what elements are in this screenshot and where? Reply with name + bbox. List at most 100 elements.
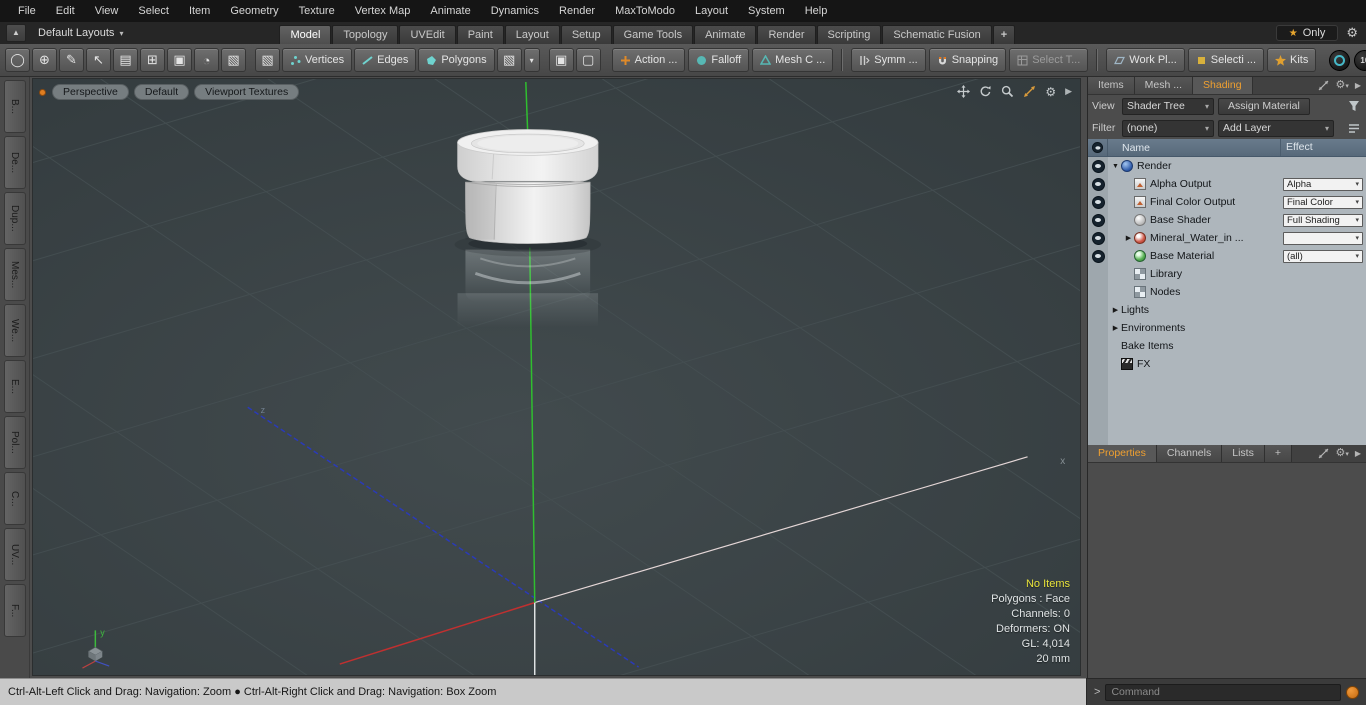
menu-geometry[interactable]: Geometry bbox=[220, 0, 288, 22]
panel-menu-icon[interactable]: ▶ bbox=[1355, 449, 1361, 458]
menu-item[interactable]: Item bbox=[179, 0, 220, 22]
only-button[interactable]: ★ Only bbox=[1275, 25, 1339, 41]
layouts-dropdown[interactable]: Default Layouts ▾ bbox=[30, 27, 131, 39]
modo-logo-badge[interactable] bbox=[1329, 49, 1351, 71]
menu-edit[interactable]: Edit bbox=[46, 0, 85, 22]
viewport-default-button[interactable]: Default bbox=[133, 84, 190, 100]
falloff-button[interactable]: Falloff bbox=[688, 48, 750, 72]
viewport-perspective-button[interactable]: Perspective bbox=[52, 84, 129, 100]
expander-right-icon[interactable]: ▶ bbox=[1110, 324, 1121, 332]
layout-tab-layout[interactable]: Layout bbox=[504, 25, 560, 44]
jar-model[interactable] bbox=[457, 129, 599, 244]
item-mode-icon[interactable]: ▧ bbox=[496, 48, 522, 72]
palette-tab-f[interactable]: F... bbox=[3, 584, 26, 637]
tab-lists[interactable]: Lists bbox=[1222, 445, 1265, 462]
maximize-icon[interactable] bbox=[1023, 85, 1036, 98]
panel-menu-icon[interactable]: ▶ bbox=[1355, 81, 1361, 90]
cursor-tool-icon[interactable]: ↖ bbox=[86, 48, 111, 72]
cube-tool-icon[interactable]: ▧ bbox=[221, 48, 246, 72]
sphere-tool-icon[interactable]: ⊕ bbox=[32, 48, 57, 72]
layout-home-button[interactable]: ▲ bbox=[6, 23, 26, 42]
menu-render[interactable]: Render bbox=[549, 0, 605, 22]
layout-tab-animate[interactable]: Animate bbox=[694, 25, 757, 44]
expander-right-icon[interactable]: ▶ bbox=[1123, 234, 1134, 242]
bevel-tool-icon[interactable]: ▣ bbox=[167, 48, 192, 72]
visibility-eye-icon[interactable] bbox=[1091, 249, 1105, 263]
menu-select[interactable]: Select bbox=[128, 0, 179, 22]
effect-dropdown[interactable]: Full Shading ▾ bbox=[1283, 213, 1363, 227]
palette-tab-pol[interactable]: Pol... bbox=[3, 416, 26, 469]
palette-tab-uv[interactable]: UV... bbox=[3, 528, 26, 581]
layout-tab-uvedit[interactable]: UVEdit bbox=[399, 25, 456, 44]
palette-tab-mes[interactable]: Mes... bbox=[3, 248, 26, 301]
modo-version-badge[interactable]: 10 bbox=[1354, 49, 1366, 71]
radial-tool-icon[interactable]: ◔ bbox=[194, 48, 219, 72]
tree-row-base-material[interactable]: Base Material (all) ▾ bbox=[1088, 247, 1366, 265]
panel-resize-icon[interactable] bbox=[1318, 80, 1329, 91]
menu-animate[interactable]: Animate bbox=[420, 0, 480, 22]
clone-tool-icon[interactable]: ▤ bbox=[113, 48, 138, 72]
pen-tool-icon[interactable]: ✎ bbox=[59, 48, 84, 72]
rotate-icon[interactable] bbox=[979, 85, 992, 98]
tab-shading[interactable]: Shading bbox=[1193, 77, 1253, 94]
tab-mesh[interactable]: Mesh ... bbox=[1134, 77, 1194, 94]
tab-channels[interactable]: Channels bbox=[1156, 445, 1223, 462]
layout-tab-paint[interactable]: Paint bbox=[456, 25, 504, 44]
palette-tab-e[interactable]: E... bbox=[3, 360, 26, 413]
select-t-button[interactable]: Select T... bbox=[1009, 48, 1089, 72]
pivot-center-icon[interactable]: ▢ bbox=[575, 48, 601, 72]
visibility-eye-icon[interactable] bbox=[1091, 231, 1105, 245]
tree-row-fx[interactable]: FX bbox=[1088, 355, 1366, 373]
selecti-button[interactable]: Selecti ... bbox=[1187, 48, 1265, 72]
menu-layout[interactable]: Layout bbox=[685, 0, 738, 22]
effect-column-header[interactable]: Effect bbox=[1280, 139, 1366, 156]
visibility-eye-icon[interactable] bbox=[1091, 159, 1105, 173]
tree-row-render[interactable]: ▼ Render bbox=[1088, 157, 1366, 175]
filter-funnel-slot[interactable] bbox=[1348, 100, 1362, 112]
tree-row-lights[interactable]: ▶ Lights bbox=[1088, 301, 1366, 319]
menu-maxtomodo[interactable]: MaxToModo bbox=[605, 0, 685, 22]
name-column-header[interactable]: Name bbox=[1108, 142, 1280, 154]
visibility-eye-icon[interactable] bbox=[1091, 213, 1105, 227]
ellipse-tool-icon[interactable]: ◯ bbox=[5, 48, 30, 72]
array-tool-icon[interactable]: ⊞ bbox=[140, 48, 165, 72]
tree-row-final-color-output[interactable]: Final Color Output Final Color ▾ bbox=[1088, 193, 1366, 211]
snapping-button[interactable]: Snapping bbox=[928, 48, 1007, 72]
layout-tab-render[interactable]: Render bbox=[757, 25, 816, 44]
panel-gear-icon[interactable]: ⚙▾ bbox=[1335, 448, 1348, 459]
menu-dynamics[interactable]: Dynamics bbox=[481, 0, 549, 22]
effect-dropdown[interactable]: (all) ▾ bbox=[1283, 249, 1363, 263]
tree-row-alpha-output[interactable]: Alpha Output Alpha ▾ bbox=[1088, 175, 1366, 193]
layout-tab-topology[interactable]: Topology bbox=[332, 25, 399, 44]
visibility-eye-icon[interactable] bbox=[1091, 195, 1105, 209]
tab-item[interactable]: + bbox=[1264, 445, 1292, 462]
palette-tab-dup[interactable]: Dup... bbox=[3, 192, 26, 245]
mode-dropdown-caret-icon[interactable]: ▾ bbox=[523, 48, 540, 72]
layout-tab-scripting[interactable]: Scripting bbox=[816, 25, 882, 44]
viewport-viewport-textures-button[interactable]: Viewport Textures bbox=[194, 84, 300, 100]
tree-row-base-shader[interactable]: Base Shader Full Shading ▾ bbox=[1088, 211, 1366, 229]
layout-tab-schematic-fusion[interactable]: Schematic Fusion bbox=[882, 25, 992, 44]
view-mode-dropdown[interactable]: Shader Tree ▾ bbox=[1122, 97, 1214, 115]
symm-button[interactable]: Symm ... bbox=[851, 48, 926, 72]
viewport-scene[interactable]: x z y bbox=[33, 79, 1080, 675]
menu-view[interactable]: View bbox=[85, 0, 129, 22]
effect-dropdown[interactable]: Alpha ▾ bbox=[1283, 177, 1363, 191]
layout-tab-game-tools[interactable]: Game Tools bbox=[612, 25, 694, 44]
menu-file[interactable]: File bbox=[8, 0, 46, 22]
edges-mode-button[interactable]: Edges bbox=[354, 48, 417, 72]
tree-row-environments[interactable]: ▶ Environments bbox=[1088, 319, 1366, 337]
effect-dropdown[interactable]: ▾ bbox=[1283, 231, 1363, 245]
zoom-icon[interactable] bbox=[1001, 85, 1014, 98]
tree-row-mineral-water-in[interactable]: ▶ Mineral_Water_in ... ▾ bbox=[1088, 229, 1366, 247]
settings-icon[interactable]: ⚙ bbox=[1045, 86, 1056, 98]
pan-move-icon[interactable] bbox=[957, 85, 971, 98]
tree-row-bake-items[interactable]: Bake Items bbox=[1088, 337, 1366, 355]
menu-help[interactable]: Help bbox=[795, 0, 838, 22]
palette-tab-we[interactable]: We... bbox=[3, 304, 26, 357]
layout-tab-item[interactable]: + bbox=[992, 25, 1016, 44]
command-status-button[interactable] bbox=[1346, 685, 1359, 699]
add-layer-dropdown[interactable]: Add Layer ▾ bbox=[1218, 119, 1334, 137]
menu-texture[interactable]: Texture bbox=[289, 0, 345, 22]
effect-dropdown[interactable]: Final Color ▾ bbox=[1283, 195, 1363, 209]
